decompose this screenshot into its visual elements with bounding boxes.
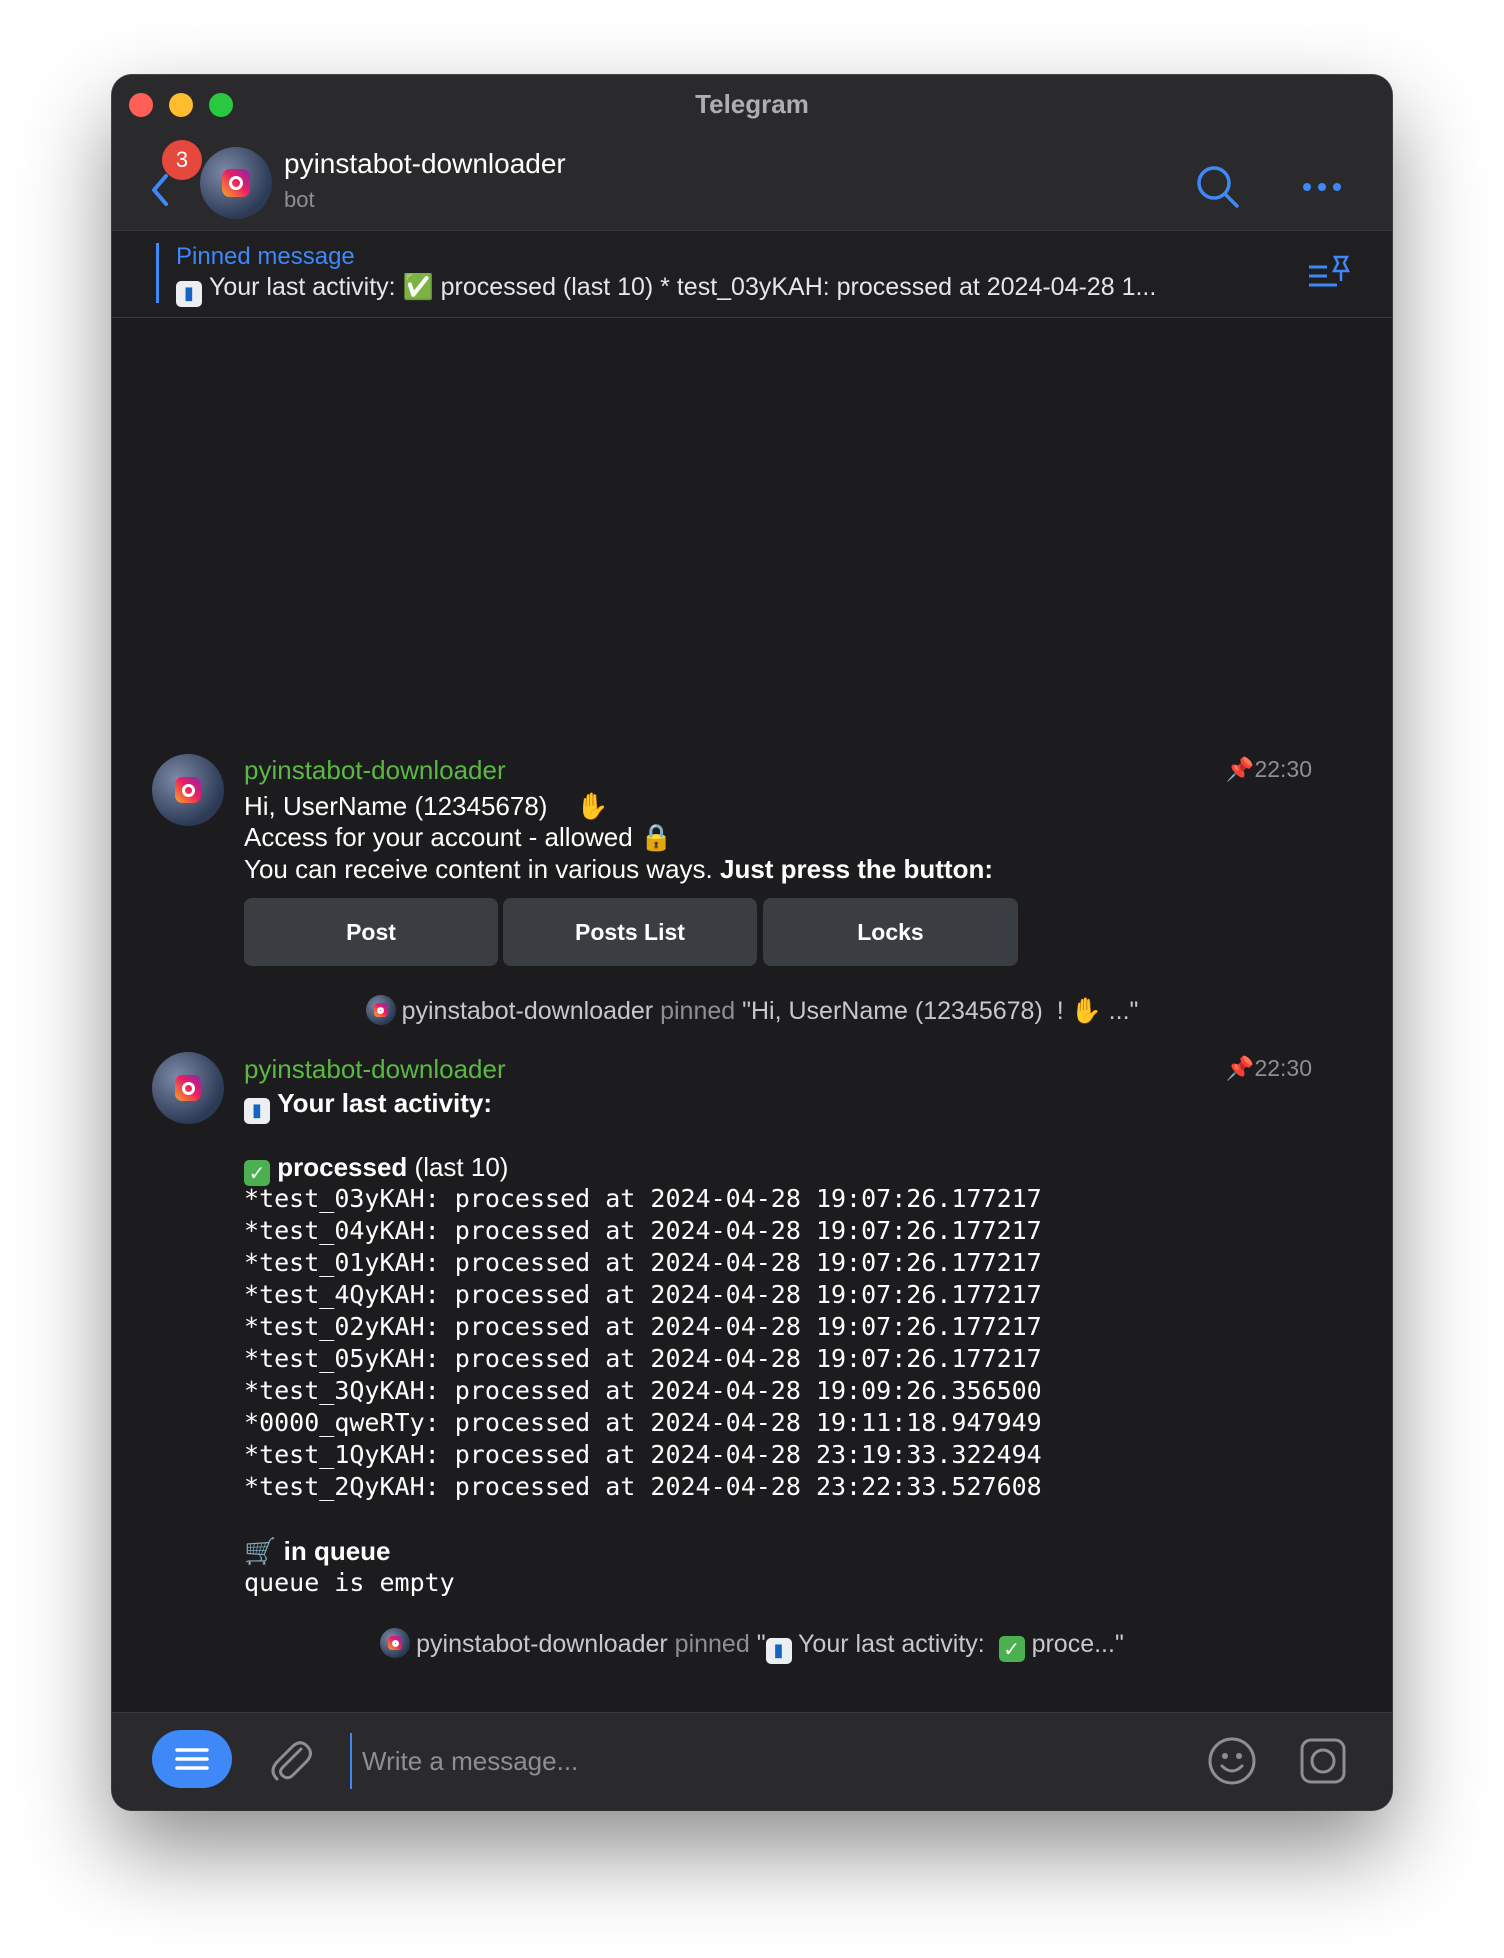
- list-item: *test_04yKAH: processed at 2024-04-28 19…: [244, 1216, 1042, 1245]
- service-message-pinned: pyinstabot-downloader pinned "Hi, UserNa…: [112, 995, 1392, 1026]
- posts-list-button[interactable]: Posts List: [503, 898, 757, 966]
- telegram-window: Telegram 3 pyinstabot-downloader bot Pin: [112, 75, 1392, 1810]
- service-message-pinned: pyinstabot-downloader pinned " ▮ Your las…: [112, 1628, 1392, 1664]
- chat-subtitle: bot: [284, 187, 315, 212]
- list-item: *test_2QyKAH: processed at 2024-04-28 23…: [244, 1472, 1042, 1501]
- list-item: *0000_qweRTy: processed at 2024-04-28 19…: [244, 1408, 1042, 1437]
- unread-badge: 3: [162, 140, 202, 180]
- info-text: You can receive content in various ways.…: [244, 854, 993, 884]
- list-item: *test_01yKAH: processed at 2024-04-28 19…: [244, 1248, 1042, 1277]
- pinned-preview: ▮ Your last activity: ✅ processed (last …: [176, 273, 1176, 307]
- sender-avatar[interactable]: [152, 754, 224, 826]
- search-icon: [1197, 166, 1239, 208]
- post-button[interactable]: Post: [244, 898, 498, 966]
- waving-hand-icon: ✋: [576, 792, 609, 822]
- window-title: Telegram: [695, 89, 809, 119]
- list-item: *test_03yKAH: processed at 2024-04-28 19…: [244, 1184, 1042, 1213]
- greeting-text: Hi, UserName (12345678) ✋: [244, 791, 609, 822]
- attach-button[interactable]: [267, 1735, 313, 1785]
- instagram-logo-icon: [175, 1075, 201, 1101]
- list-item: *test_05yKAH: processed at 2024-04-28 19…: [244, 1344, 1042, 1373]
- bar-chart-icon: ▮: [244, 1098, 270, 1124]
- pinned-indicator: [156, 243, 159, 303]
- activity-heading: ▮ Your last activity:: [244, 1088, 492, 1124]
- sender-name[interactable]: pyinstabot-downloader: [244, 1054, 506, 1085]
- queue-status: queue is empty: [244, 1568, 455, 1597]
- pin-icon: 📌: [1225, 757, 1255, 783]
- queue-heading: 🛒 in queue: [244, 1536, 391, 1567]
- chat-name[interactable]: pyinstabot-downloader: [284, 148, 566, 180]
- processed-heading: ✓ processed (last 10): [244, 1152, 508, 1186]
- shopping-cart-icon: 🛒: [244, 1537, 277, 1567]
- check-mark-icon: ✓: [244, 1160, 270, 1186]
- more-button[interactable]: [1300, 172, 1344, 202]
- bot-menu-button[interactable]: [152, 1730, 232, 1788]
- camera-icon: [1300, 1738, 1346, 1784]
- message-time: 📌22:30: [1225, 1055, 1312, 1082]
- bar-chart-icon: ▮: [176, 281, 202, 307]
- lock-icon: 🔒: [639, 823, 673, 853]
- pin-list-icon: [1309, 255, 1351, 287]
- chat-avatar[interactable]: [200, 147, 272, 219]
- message-time: 📌22:30: [1225, 756, 1312, 783]
- emoji-icon: [1208, 1737, 1256, 1785]
- paperclip-icon: [271, 1741, 312, 1781]
- list-item: *test_02yKAH: processed at 2024-04-28 19…: [244, 1312, 1042, 1341]
- list-item: *test_1QyKAH: processed at 2024-04-28 23…: [244, 1440, 1042, 1469]
- chat-header: 3 pyinstabot-downloader bot: [112, 132, 1392, 231]
- locks-button[interactable]: Locks: [763, 898, 1018, 966]
- mini-avatar: [365, 995, 396, 1025]
- more-icon: [1303, 183, 1341, 191]
- list-item: *test_3QyKAH: processed at 2024-04-28 19…: [244, 1376, 1042, 1405]
- menu-icon: [175, 1748, 209, 1770]
- instagram-logo-icon: [222, 169, 250, 197]
- pin-icon: 📌: [1225, 1056, 1255, 1082]
- bar-chart-icon: ▮: [765, 1638, 792, 1664]
- sender-avatar[interactable]: [152, 1052, 224, 1124]
- sender-name[interactable]: pyinstabot-downloader: [244, 755, 506, 786]
- list-item: *test_4QyKAH: processed at 2024-04-28 19…: [244, 1280, 1042, 1309]
- pinned-message-bar[interactable]: Pinned message ▮ Your last activity: ✅ p…: [112, 231, 1392, 318]
- search-button[interactable]: [1195, 164, 1241, 210]
- instagram-logo-icon: [175, 777, 201, 803]
- pinned-title: Pinned message: [176, 243, 355, 270]
- access-text: Access for your account - allowed 🔒: [244, 822, 673, 853]
- mini-avatar: [380, 1628, 411, 1658]
- camera-button[interactable]: [1298, 1736, 1348, 1786]
- waving-hand-icon: ✋: [1070, 996, 1102, 1025]
- message-input-bar: [112, 1712, 1392, 1810]
- emoji-button[interactable]: [1207, 1736, 1257, 1786]
- pinned-list-button[interactable]: [1307, 253, 1353, 293]
- message-input[interactable]: [350, 1733, 1272, 1789]
- titlebar: Telegram: [112, 75, 1392, 132]
- check-mark-icon: ✓: [998, 1636, 1025, 1662]
